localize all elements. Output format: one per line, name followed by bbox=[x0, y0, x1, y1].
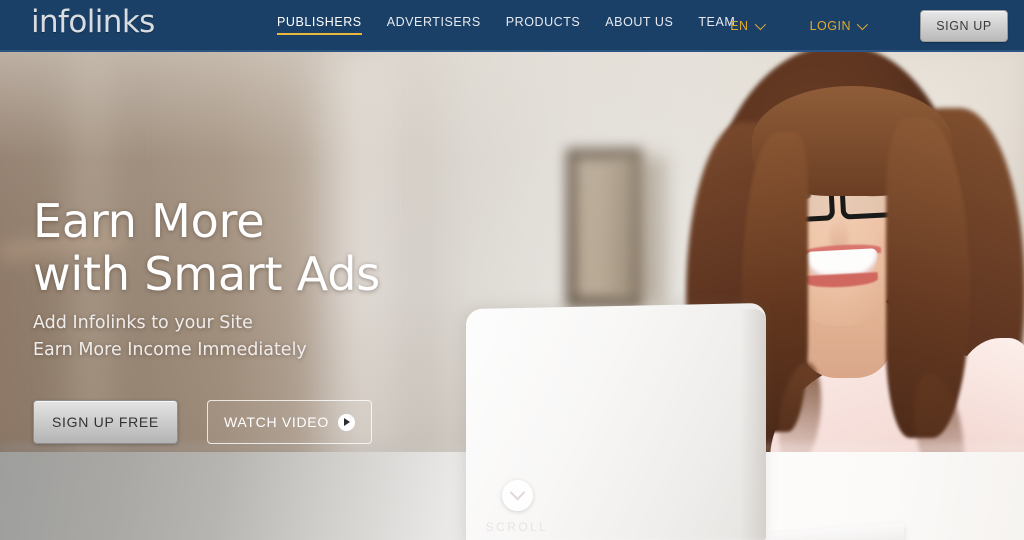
chevron-down-icon bbox=[509, 484, 525, 501]
login-menu[interactable]: LOGIN bbox=[809, 18, 869, 33]
play-circle-icon bbox=[337, 413, 355, 431]
landing-page: infolinks PUBLISHERS ADVERTISERS PRODUCT… bbox=[0, 0, 1024, 540]
nav-item-publishers[interactable]: PUBLISHERS bbox=[277, 15, 362, 35]
hero-copy-block: Earn More with Smart Ads Add Infolinks t… bbox=[33, 195, 380, 364]
scroll-down-cue: SCROLL bbox=[5, 480, 1024, 534]
top-navigation-bar: infolinks PUBLISHERS ADVERTISERS PRODUCT… bbox=[0, 0, 1024, 52]
signup-button-nav[interactable]: SIGN UP bbox=[920, 10, 1008, 42]
hero-headline-line-2: with Smart Ads bbox=[33, 247, 381, 301]
chevron-down-icon bbox=[754, 18, 766, 31]
scroll-down-button[interactable] bbox=[501, 480, 533, 511]
hero-cta-row: SIGN UP FREE WATCH VIDEO bbox=[33, 400, 372, 444]
infolinks-wordmark-logo[interactable]: infolinks bbox=[31, 7, 155, 38]
hero-headline-line-1: Earn More bbox=[33, 194, 265, 248]
nav-item-about-us[interactable]: ABOUT US bbox=[605, 15, 673, 35]
scroll-down-label: SCROLL bbox=[485, 520, 549, 534]
watch-video-label: WATCH VIDEO bbox=[224, 414, 329, 430]
hero-section: Earn More with Smart Ads Add Infolinks t… bbox=[0, 52, 1024, 540]
chevron-down-icon bbox=[856, 18, 869, 31]
primary-nav-links: PUBLISHERS ADVERTISERS PRODUCTS ABOUT US… bbox=[277, 15, 735, 35]
login-menu-label: LOGIN bbox=[809, 19, 851, 33]
hero-subheadline-line-1: Add Infolinks to your Site bbox=[33, 313, 253, 333]
language-selector-label: EN bbox=[730, 19, 749, 33]
signup-free-button[interactable]: SIGN UP FREE bbox=[33, 400, 178, 444]
hero-subheadline-line-2: Earn More Income Immediately bbox=[33, 340, 307, 360]
nav-item-advertisers[interactable]: ADVERTISERS bbox=[387, 15, 481, 35]
nav-item-products[interactable]: PRODUCTS bbox=[506, 15, 581, 35]
watch-video-button[interactable]: WATCH VIDEO bbox=[207, 400, 372, 444]
language-selector[interactable]: EN bbox=[730, 18, 766, 33]
nav-right-group: EN LOGIN SIGN UP bbox=[730, 0, 1024, 52]
